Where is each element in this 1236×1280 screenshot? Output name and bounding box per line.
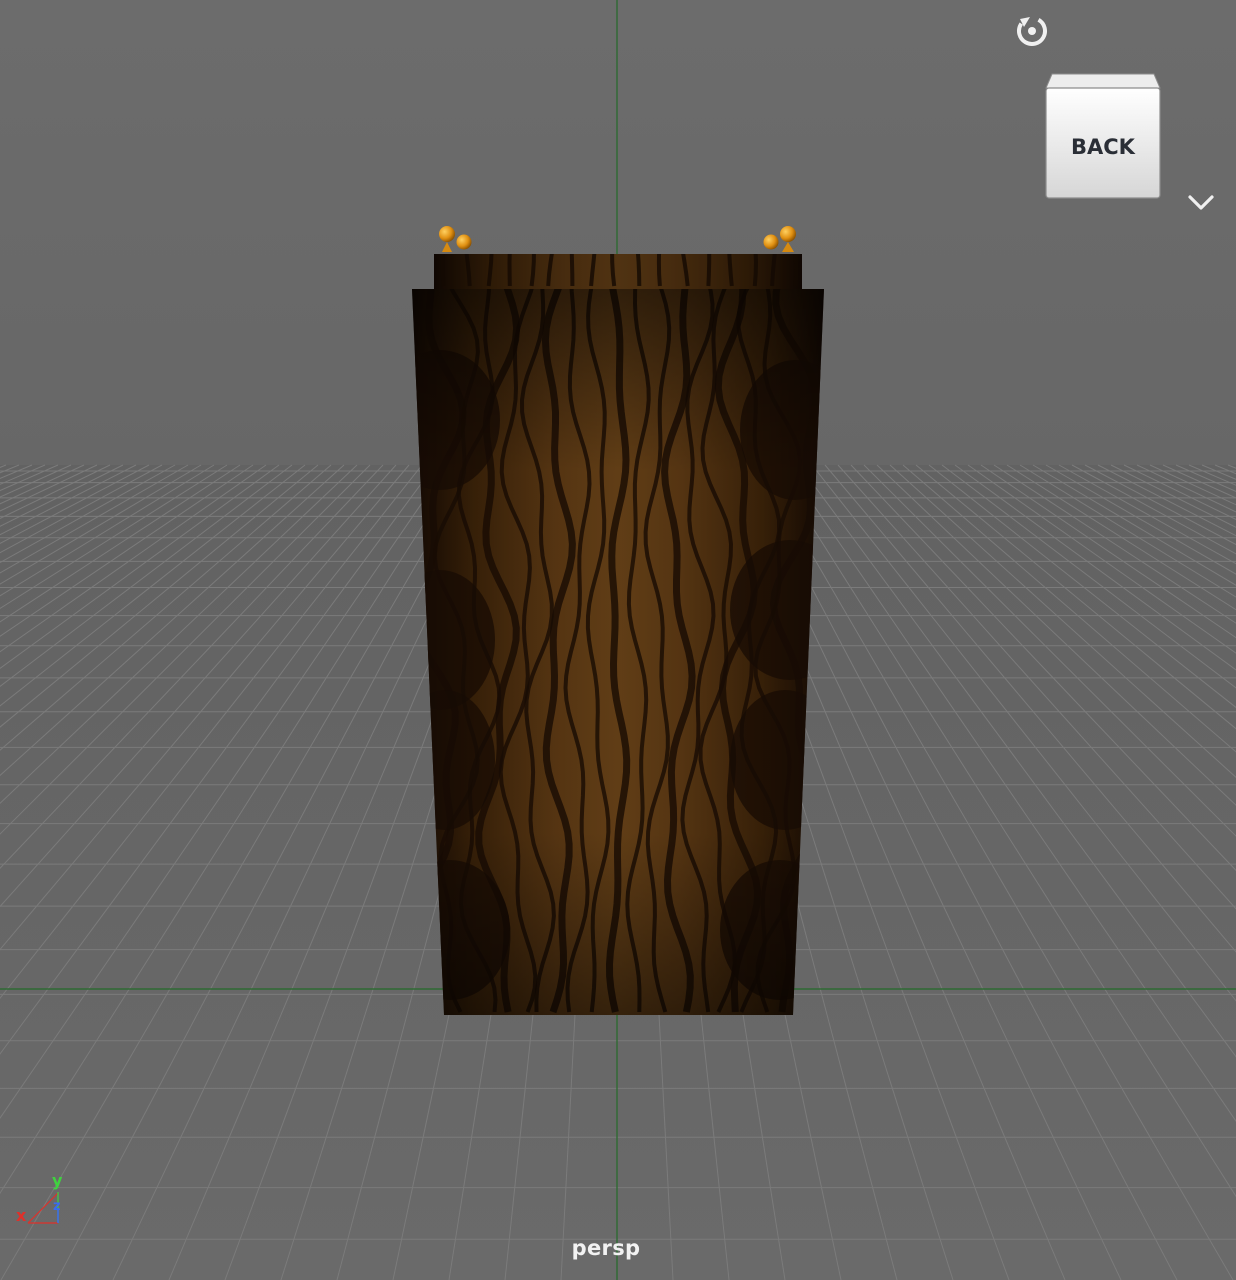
axis-x-label: x (16, 1206, 27, 1225)
scene-canvas[interactable]: BACK x y z (0, 0, 1236, 1280)
wood-box-back-panel[interactable] (434, 250, 802, 290)
view-cube-face-label: BACK (1071, 135, 1136, 159)
view-cube[interactable]: BACK (1045, 73, 1161, 199)
camera-name-label: persp (571, 1236, 641, 1260)
3d-viewport[interactable]: BACK x y z persp (0, 0, 1236, 1280)
wood-box-front-face[interactable] (380, 280, 850, 1015)
axis-y-label: y (52, 1171, 63, 1190)
axis-z-label: z (53, 1199, 61, 1214)
